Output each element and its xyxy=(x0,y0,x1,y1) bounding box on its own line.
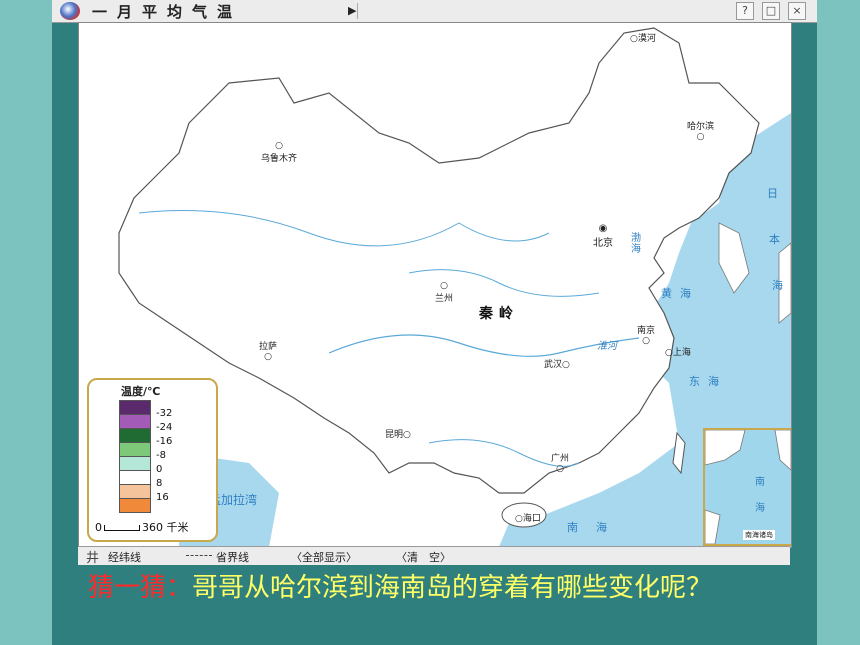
legend-swatch xyxy=(119,428,151,443)
graticule-toggle[interactable]: 经纬线 xyxy=(108,549,141,565)
city-label: 拉萨 xyxy=(259,342,278,352)
sea-label-donghai: 东海 xyxy=(689,375,727,388)
title-separator xyxy=(357,3,358,19)
legend-value: 16 xyxy=(156,492,169,503)
scale-bar: 0 360 千米 xyxy=(95,519,189,535)
city-wuhan[interactable]: 武汉○ xyxy=(544,357,570,370)
city-label: 北京 xyxy=(593,238,613,249)
scale-start: 0 xyxy=(95,521,102,534)
sea-label-huanghai: 黄海 xyxy=(661,287,699,300)
legend-swatch xyxy=(119,442,151,457)
scale-end: 360 千米 xyxy=(142,521,189,534)
city-label: 上海 xyxy=(672,348,691,358)
city-lhasa[interactable]: 拉萨 ○ xyxy=(259,339,277,362)
question-prefix: 猜一猜： xyxy=(88,573,193,603)
app-logo-icon xyxy=(60,2,80,20)
sea-label-ben: 本 xyxy=(769,233,780,246)
city-beijing[interactable]: ◉ 北京 xyxy=(593,223,613,249)
window-title: 一月平均气温 xyxy=(92,3,243,21)
sea-label-hai: 海 xyxy=(772,279,783,292)
legend-value: 8 xyxy=(156,478,163,489)
city-mohe[interactable]: ○漠河 xyxy=(630,31,656,44)
close-button[interactable]: × xyxy=(788,2,806,20)
grid-icon[interactable]: 井 xyxy=(86,547,99,566)
help-button[interactable]: ? xyxy=(736,2,754,20)
sea-label-bohai: 渤海 xyxy=(631,233,641,255)
scale-line xyxy=(104,525,140,531)
question-body: 哥哥从哈尔滨到海南岛的穿着有哪些变化呢？ xyxy=(192,573,713,603)
city-label: 乌鲁木齐 xyxy=(261,154,298,164)
city-label: 武汉 xyxy=(544,360,563,370)
city-kunming[interactable]: 昆明○ xyxy=(385,427,411,440)
legend-value: -16 xyxy=(156,436,173,447)
sea-label-ri: 日 xyxy=(767,187,778,200)
city-label: 南京 xyxy=(637,326,656,336)
city-label: 漠河 xyxy=(637,34,656,44)
city-harbin[interactable]: 哈尔滨 ○ xyxy=(687,119,714,142)
city-label: 哈尔滨 xyxy=(687,122,715,132)
city-urumqi[interactable]: ○ 乌鲁木齐 xyxy=(261,141,297,164)
inset-label: 南海诸岛 xyxy=(743,530,775,540)
legend-title: 温度/℃ xyxy=(121,385,161,398)
city-label: 海口 xyxy=(522,514,541,524)
city-label: 广州 xyxy=(551,454,570,464)
show-all-button[interactable]: 〈全部显示〉 xyxy=(291,549,357,565)
legend-value: -8 xyxy=(156,450,166,461)
province-line-icon xyxy=(186,555,212,556)
legend-value: 0 xyxy=(156,464,163,475)
legend-value: -24 xyxy=(156,422,173,433)
clear-button[interactable]: 〈清 空〉 xyxy=(396,549,451,565)
question-text: 猜一猜：哥哥从哈尔滨到海南岛的穿着有哪些变化呢？ xyxy=(88,571,808,605)
legend-swatch xyxy=(119,484,151,499)
restore-button[interactable]: □ xyxy=(762,2,780,20)
map-view[interactable]: ○漠河 哈尔滨 ○ ○ 乌鲁木齐 ◉ 北京 ○ 兰州 秦岭 南京 ○ ○上海 淮河 武汉○… xyxy=(78,22,792,548)
south-china-sea-inset: 南海 南海诸岛 xyxy=(703,428,791,546)
region-qinling: 秦岭 xyxy=(479,306,519,322)
legend-swatch xyxy=(119,456,151,471)
legend-value: -32 xyxy=(156,408,173,419)
title-bar: 一月平均气温 ▶ ? □ × xyxy=(52,0,817,23)
temperature-legend: 温度/℃ -32 -24 -16 -8 0 8 16 0 360 千米 xyxy=(87,378,218,542)
city-nanjing[interactable]: 南京 ○ xyxy=(637,323,655,346)
city-guangzhou[interactable]: 广州 ○ xyxy=(551,451,569,474)
play-arrow-icon[interactable]: ▶ xyxy=(348,4,356,17)
bottom-toolbar: 井 经纬线 省界线 〈全部显示〉 〈清 空〉 xyxy=(78,546,790,566)
province-toggle[interactable]: 省界线 xyxy=(216,549,249,565)
city-label: 兰州 xyxy=(435,294,454,304)
app-window: 一月平均气温 ▶ ? □ × ○漠河 哈尔滨 ○ ○ 乌鲁木齐 ◉ 北京 ○ 兰… xyxy=(52,0,817,645)
city-label: 昆明 xyxy=(385,430,404,440)
sea-label-nanhai: 南海 xyxy=(567,521,625,534)
city-shanghai[interactable]: ○上海 xyxy=(665,345,691,358)
inset-sea-label: 南海 xyxy=(755,477,765,514)
city-lanzhou[interactable]: ○ 兰州 xyxy=(435,281,453,304)
inset-map xyxy=(704,429,791,545)
river-huaihe: 淮河 xyxy=(597,341,617,352)
legend-swatch xyxy=(119,498,151,513)
legend-swatch xyxy=(119,414,151,429)
legend-swatch xyxy=(119,400,151,415)
legend-swatch xyxy=(119,470,151,485)
city-haikou[interactable]: ○海口 xyxy=(515,511,541,524)
